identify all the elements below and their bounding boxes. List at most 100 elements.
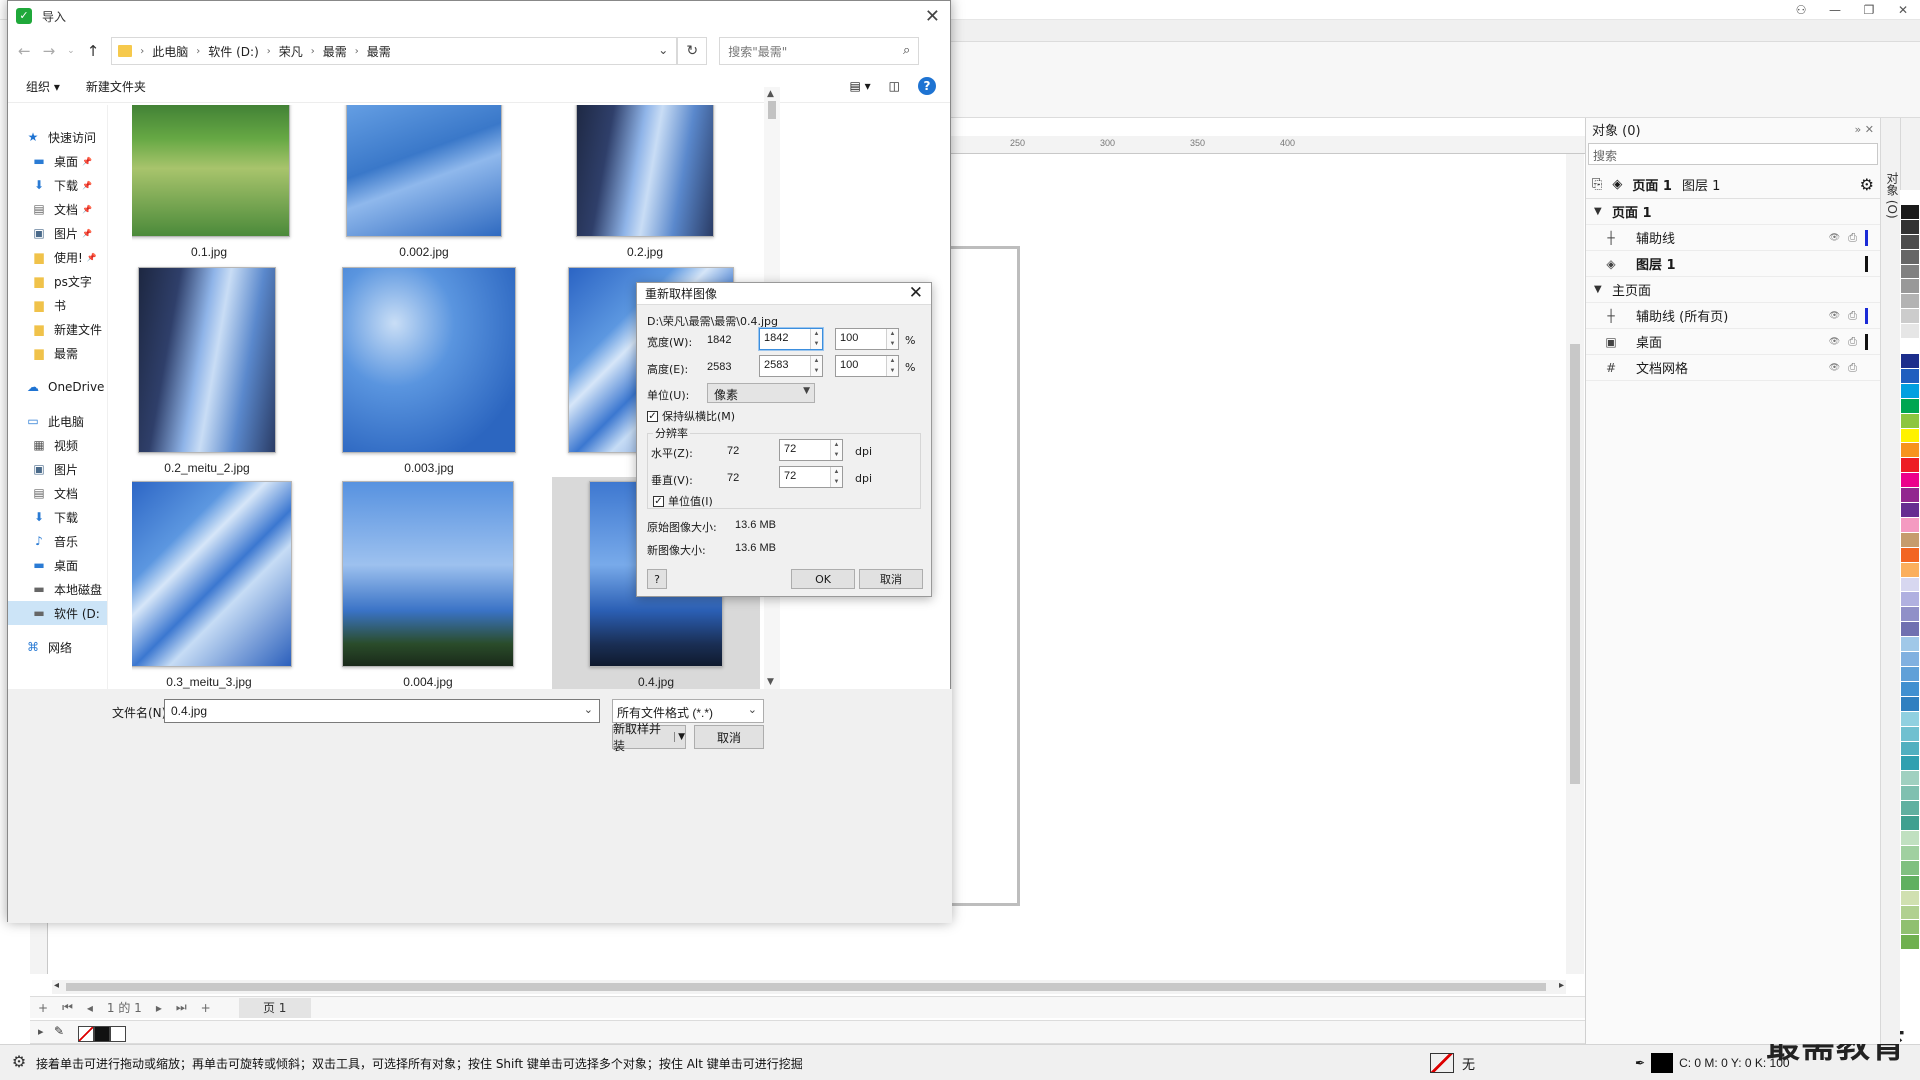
palette-swatch[interactable] (1901, 771, 1919, 786)
breadcrumb-separator-icon[interactable]: › (140, 46, 144, 57)
fill-indicator[interactable]: 无 (1430, 1053, 1475, 1073)
add-page-icon[interactable]: + (38, 1001, 48, 1015)
view-mode-icon[interactable]: ▤ ▾ (849, 79, 870, 93)
palette-swatch[interactable] (1901, 324, 1919, 339)
close-icon[interactable]: ✕ (925, 6, 940, 27)
file-thumbnail[interactable]: 0.2_meitu_2.jpg (132, 267, 332, 475)
palette-swatch[interactable] (1901, 353, 1919, 368)
spinner-arrows-icon[interactable]: ▲ ▼ (886, 356, 898, 376)
cancel-button[interactable]: 取消 (859, 569, 923, 589)
first-page-icon[interactable]: ⏮ (62, 1000, 73, 1015)
palette-swatch[interactable] (1901, 264, 1919, 279)
height-percent-input[interactable]: 100 ▲ ▼ (835, 355, 899, 377)
scrollbar-thumb[interactable] (768, 101, 776, 119)
palette-swatch[interactable] (1901, 592, 1919, 607)
width-input[interactable]: 1842 ▲ ▼ (759, 328, 823, 350)
palette-swatch[interactable] (1901, 905, 1919, 920)
file-thumbnail[interactable]: 0.2.jpg (520, 105, 770, 259)
expand-triangle-icon[interactable]: ▼ (1594, 284, 1608, 295)
layers-icon[interactable]: ◈ (1612, 177, 1622, 192)
breadcrumb-item[interactable]: 荣凡 (279, 43, 303, 60)
breadcrumb-separator-icon[interactable]: › (196, 46, 200, 57)
nav-item[interactable]: ♪ 音乐 (8, 529, 107, 553)
eye-icon[interactable]: 👁 (1829, 233, 1840, 243)
palette-swatch[interactable] (1901, 234, 1919, 249)
palette-swatch[interactable] (1901, 562, 1919, 577)
width-percent-input[interactable]: 100 ▲ ▼ (835, 328, 899, 350)
palette-swatch[interactable] (1901, 413, 1919, 428)
nav-item[interactable]: ▬ 桌面 📌 (8, 149, 107, 173)
spinner-arrows-icon[interactable]: ▲ ▼ (830, 467, 842, 487)
vertical-dpi-input[interactable]: 72 ▲ ▼ (779, 466, 843, 488)
palette-swatch[interactable] (1901, 204, 1919, 219)
nav-item[interactable]: ▭ 此电脑 (8, 409, 107, 433)
print-icon[interactable]: ⎙ (1848, 309, 1857, 323)
cancel-button[interactable]: 取消 (694, 725, 764, 749)
palette-swatch[interactable] (1901, 711, 1919, 726)
object-tree-row[interactable]: ┼ 辅助线 (所有页) 👁 ⎙ (1586, 303, 1880, 329)
nav-item[interactable]: ⬇ 下载 (8, 505, 107, 529)
objects-search-input[interactable]: 搜索 (1588, 143, 1878, 165)
palette-swatch[interactable] (1901, 249, 1919, 264)
eye-icon[interactable]: 👁 (1829, 337, 1840, 347)
breadcrumb-separator-icon[interactable]: › (355, 46, 359, 57)
palette-swatch[interactable] (1901, 473, 1919, 488)
nav-item[interactable]: ▬ 软件 (D: (8, 601, 107, 625)
object-tree-row[interactable]: ▣ 桌面 👁 ⎙ (1586, 329, 1880, 355)
palette-swatch[interactable] (1901, 607, 1919, 622)
current-layer-label[interactable]: 图层 1 (1682, 175, 1720, 194)
identical-values-checkbox[interactable]: ✓ 单位值(I) (653, 493, 713, 509)
palette-swatch[interactable] (1901, 935, 1919, 950)
black-swatch[interactable] (94, 1026, 110, 1042)
page-view-icon[interactable]: ⎘ (1592, 177, 1602, 192)
palette-swatch[interactable] (1901, 428, 1919, 443)
nav-item[interactable]: ▬ 本地磁盘 (8, 577, 107, 601)
palette-swatch[interactable] (1901, 830, 1919, 845)
palette-swatch[interactable] (1901, 503, 1919, 517)
spinner-arrows-icon[interactable]: ▲ ▼ (830, 440, 842, 460)
nav-item[interactable]: ▆ 新建文件 (8, 317, 107, 341)
expand-triangle-icon[interactable]: ▼ (1594, 206, 1608, 217)
object-tree-row[interactable]: ◈ 图层 1 (1586, 251, 1880, 277)
object-tree-row[interactable]: # 文档网格 👁 ⎙ (1586, 355, 1880, 381)
add-page-end-icon[interactable]: + (201, 1001, 211, 1015)
address-bar[interactable]: › 此电脑 › 软件 (D:) › 荣凡 › 最需 › 最需 ⌄ (111, 37, 678, 65)
eye-icon[interactable]: 👁 (1829, 311, 1840, 321)
breadcrumb-item[interactable]: 最需 (323, 43, 347, 60)
next-page-icon[interactable]: ▸ (156, 1001, 162, 1015)
nav-item[interactable]: ⬇ 下载 📌 (8, 173, 107, 197)
chevron-down-icon[interactable]: ⌄ (658, 43, 668, 57)
palette-swatch[interactable] (1901, 801, 1919, 816)
palette-swatch[interactable] (1901, 875, 1919, 890)
palette-swatch[interactable] (1901, 309, 1919, 324)
nav-item[interactable]: ▣ 图片 📌 (8, 221, 107, 245)
back-arrow-icon[interactable]: ← (18, 42, 31, 60)
palette-swatch[interactable] (1901, 577, 1919, 592)
import-options-icon[interactable]: ▼ (674, 732, 685, 742)
canvas-vertical-scrollbar[interactable] (1566, 154, 1584, 974)
ok-button[interactable]: OK (791, 569, 855, 589)
unit-select[interactable]: 像素 ▼ (707, 383, 815, 403)
canvas-horizontal-scrollbar[interactable]: ◂ ▸ (52, 980, 1566, 994)
nav-item[interactable]: ▆ 使用! 📌 (8, 245, 107, 269)
forward-arrow-icon[interactable]: → (43, 42, 56, 60)
spinner-arrows-icon[interactable]: ▲ ▼ (886, 329, 898, 349)
palette-swatch[interactable] (1901, 294, 1919, 309)
palette-swatch[interactable] (1901, 190, 1919, 204)
palette-arrow-icon[interactable]: ▸ (38, 1025, 44, 1038)
scroll-left-icon[interactable]: ◂ (54, 980, 59, 991)
palette-swatch[interactable] (1901, 696, 1919, 711)
object-tree-row[interactable]: ▼ 主页面 (1586, 277, 1880, 303)
palette-swatch[interactable] (1901, 398, 1919, 413)
palette-swatch[interactable] (1901, 890, 1919, 905)
palette-swatch[interactable] (1901, 368, 1919, 383)
filename-input[interactable]: 0.4.jpg ⌄ (164, 699, 600, 723)
scroll-down-icon[interactable]: ▼ (767, 677, 774, 687)
spinner-arrows-icon[interactable]: ▲ ▼ (810, 329, 822, 349)
breadcrumb-item[interactable]: 最需 (367, 43, 391, 60)
object-tree-row[interactable]: ▼ 页面 1 (1586, 199, 1880, 225)
scroll-up-icon[interactable]: ▲ (767, 89, 774, 99)
palette-swatch[interactable] (1901, 532, 1919, 547)
nav-item[interactable]: ★ 快速访问 (8, 125, 107, 149)
palette-swatch[interactable] (1901, 786, 1919, 801)
